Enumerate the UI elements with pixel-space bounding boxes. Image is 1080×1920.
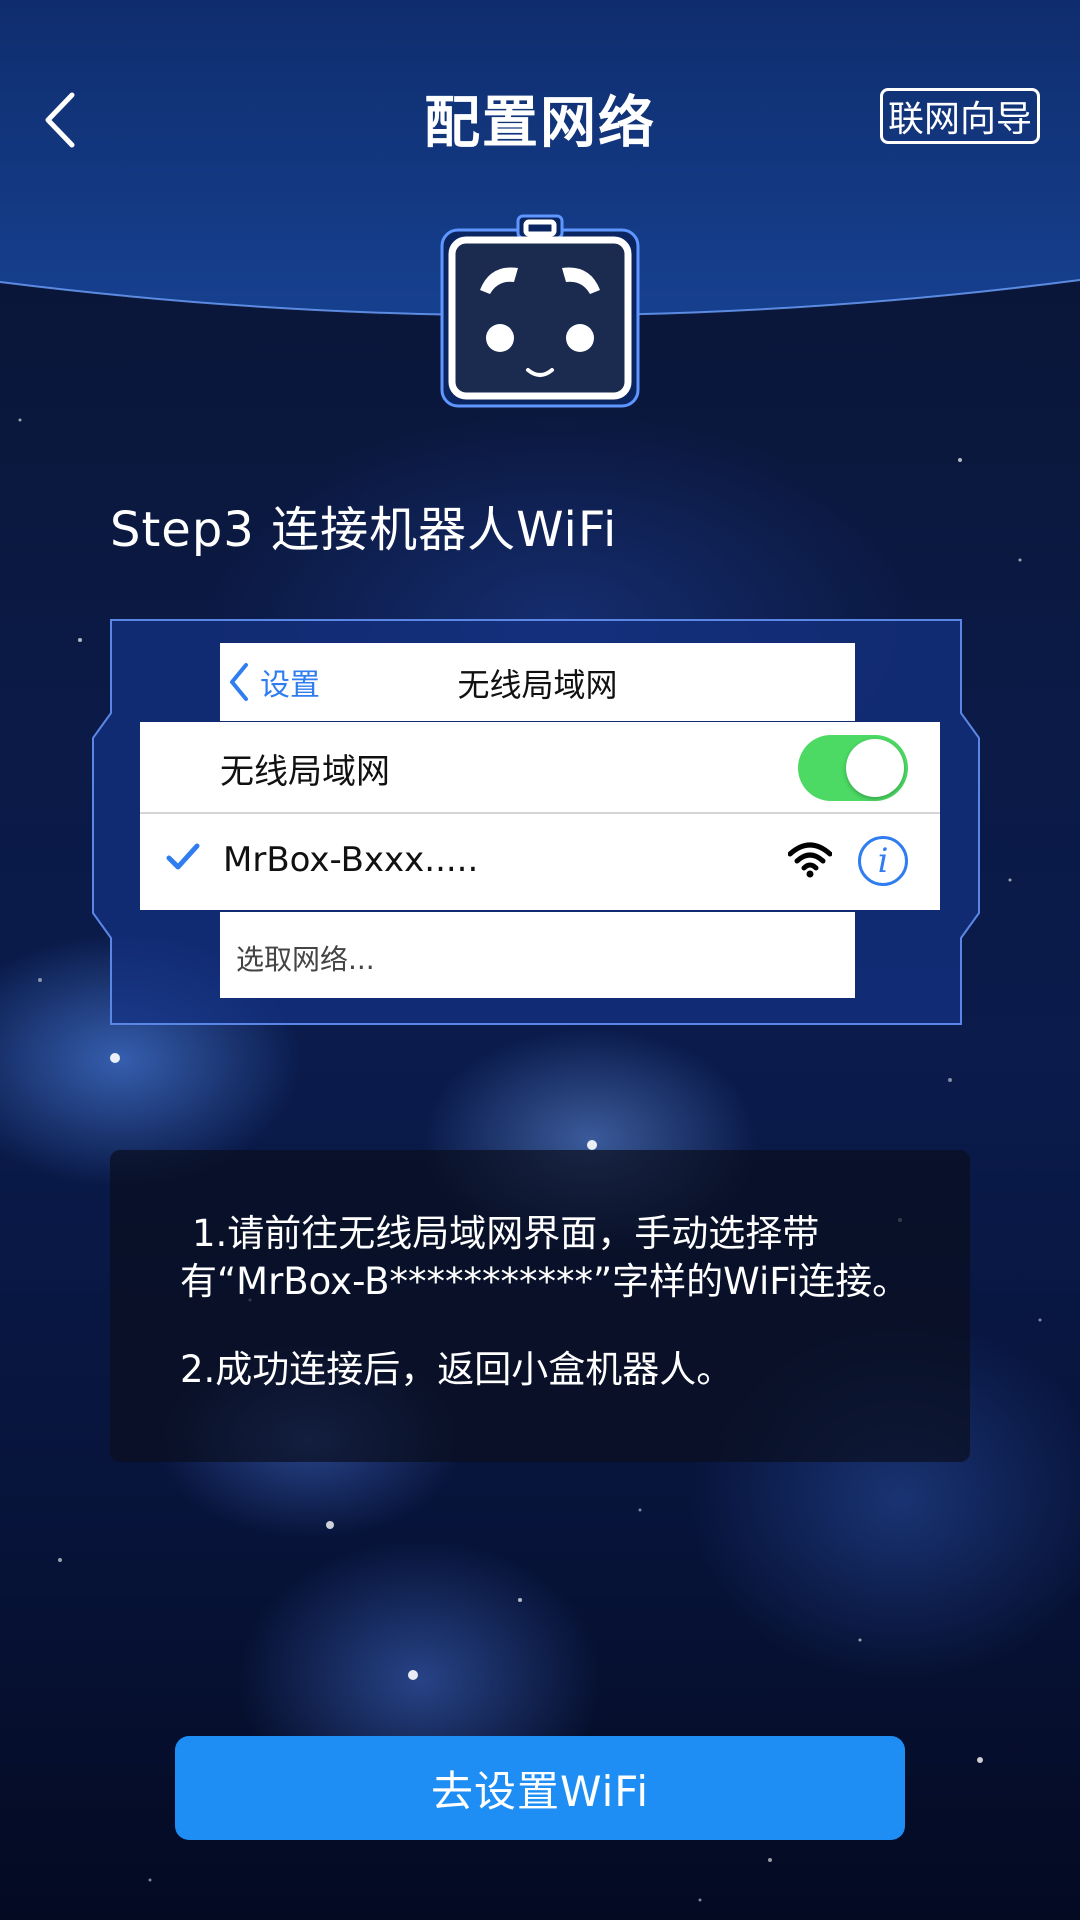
mock-connected-network-row: MrBox-Bxxx..... i — [140, 816, 940, 908]
mock-title: 无线局域网 — [457, 666, 618, 704]
mock-wlan-label: 无线局域网 — [220, 752, 390, 792]
mock-network-list: 无线局域网 MrBox-Bxxx..... i — [140, 722, 940, 910]
mock-choose-network-label: 选取网络... — [236, 943, 375, 976]
mock-network-name: MrBox-Bxxx..... — [223, 840, 479, 880]
info-icon: i — [858, 836, 908, 886]
instruction-step-1: 1.请前往无线局域网界面，手动选择带有“MrBox-B***********”字… — [180, 1212, 910, 1303]
go-to-wifi-settings-button[interactable]: 去设置WiFi — [175, 1736, 905, 1840]
toggle-knob — [846, 739, 904, 797]
wifi-icon — [788, 842, 832, 878]
instruction-step-2: 2.成功连接后，返回小盒机器人。 — [180, 1348, 734, 1391]
wlan-toggle — [798, 735, 908, 801]
checkmark-icon — [166, 843, 200, 870]
robot-logo — [440, 214, 640, 408]
mock-wlan-row: 无线局域网 — [140, 722, 940, 814]
network-guide-button[interactable]: 联网向导 — [880, 88, 1040, 144]
step-title: Step3 连接机器人WiFi — [110, 502, 618, 558]
instructions-panel: 1.请前往无线局域网界面，手动选择带有“MrBox-B***********”字… — [110, 1150, 970, 1462]
mock-choose-network-row: 选取网络... — [220, 912, 855, 998]
